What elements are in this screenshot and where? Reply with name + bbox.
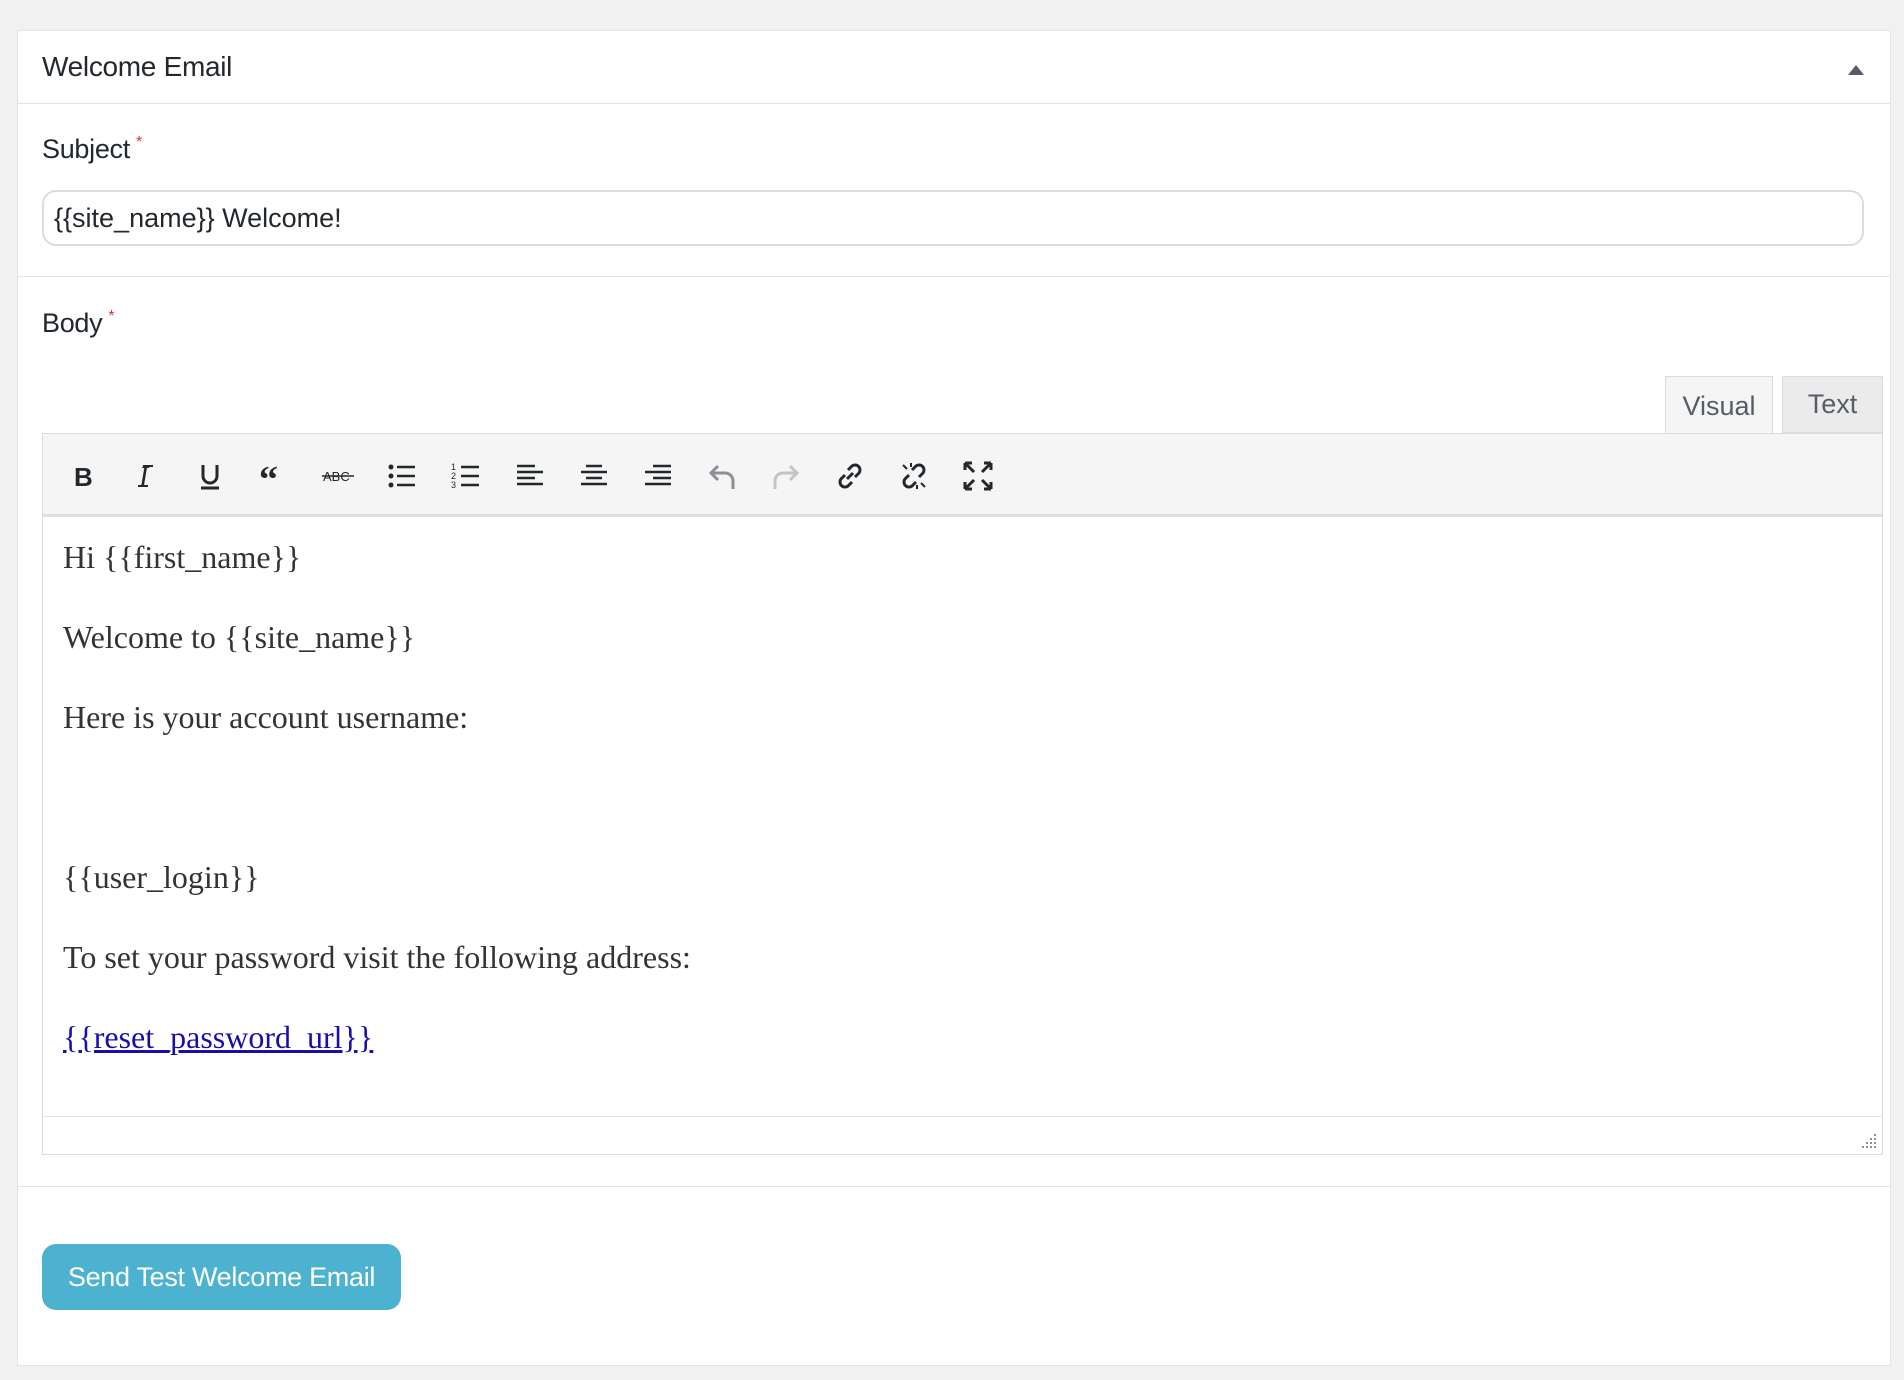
- undo-icon[interactable]: [700, 454, 744, 498]
- strikethrough-icon[interactable]: ABC: [316, 454, 360, 498]
- required-asterisk: *: [108, 308, 115, 325]
- divider: [18, 1186, 1890, 1187]
- body-line: Welcome to {{site_name}}: [63, 619, 416, 655]
- body-line: To set your password visit the following…: [63, 939, 691, 975]
- svg-text:“: “: [259, 459, 278, 493]
- editor-statusbar: [43, 1116, 1882, 1154]
- rich-text-editor: B I “ ABC 123 Hi {{first_name}} Welcome …: [42, 433, 1883, 1155]
- empty-line: [63, 777, 1862, 817]
- tab-visual[interactable]: Visual: [1665, 376, 1773, 435]
- reset-password-link[interactable]: {{reset_password_url}}: [63, 1019, 373, 1055]
- svg-text:3: 3: [451, 480, 456, 490]
- tab-text[interactable]: Text: [1782, 376, 1883, 433]
- align-right-icon[interactable]: [636, 454, 680, 498]
- resize-handle-icon[interactable]: [1860, 1132, 1878, 1150]
- body-line: {{user_login}}: [63, 859, 260, 895]
- align-center-icon[interactable]: [572, 454, 616, 498]
- panel-title: Welcome Email: [42, 51, 233, 82]
- body-line: Here is your account username:: [63, 699, 469, 735]
- panel-header[interactable]: Welcome Email: [18, 31, 1890, 104]
- welcome-email-panel: Welcome Email Subject * Body * Visual Text…: [17, 30, 1891, 1366]
- send-test-email-button[interactable]: Send Test Welcome Email: [42, 1244, 401, 1310]
- fullscreen-icon[interactable]: [956, 454, 1000, 498]
- svg-text:B: B: [74, 462, 93, 492]
- body-label-text: Body: [42, 308, 103, 338]
- body-label: Body *: [42, 308, 115, 339]
- blockquote-icon[interactable]: “: [252, 454, 296, 498]
- bulleted-list-icon[interactable]: [380, 454, 424, 498]
- editor-toolbar: B I “ ABC 123: [43, 434, 1882, 517]
- collapse-toggle-icon[interactable]: [1848, 65, 1864, 75]
- body-line: Hi {{first_name}}: [63, 539, 302, 575]
- subject-label-text: Subject: [42, 134, 130, 164]
- subject-input[interactable]: [42, 190, 1864, 246]
- unlink-icon[interactable]: [892, 454, 936, 498]
- bold-icon[interactable]: B: [60, 454, 104, 498]
- redo-icon[interactable]: [764, 454, 808, 498]
- align-left-icon[interactable]: [508, 454, 552, 498]
- link-icon[interactable]: [828, 454, 872, 498]
- body-line-link: {{reset_password_url}}: [63, 1017, 1862, 1057]
- editor-content-area[interactable]: Hi {{first_name}} Welcome to {{site_name…: [43, 517, 1882, 1113]
- underline-icon[interactable]: [188, 454, 232, 498]
- subject-label: Subject *: [42, 134, 142, 165]
- required-asterisk: *: [135, 134, 142, 151]
- italic-icon[interactable]: I: [124, 454, 168, 498]
- divider: [18, 276, 1890, 277]
- numbered-list-icon[interactable]: 123: [444, 454, 488, 498]
